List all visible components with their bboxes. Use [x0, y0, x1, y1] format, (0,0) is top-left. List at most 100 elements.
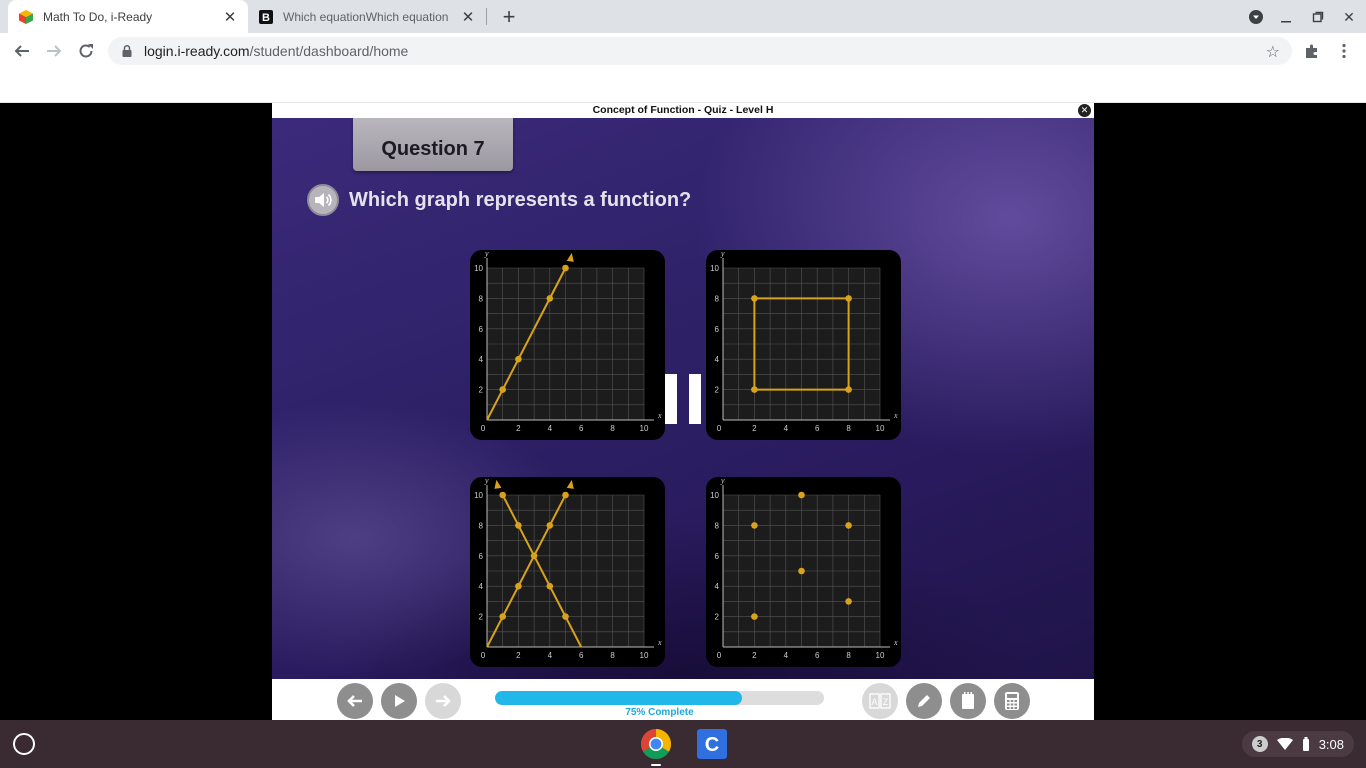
- graph-point: [515, 582, 522, 590]
- y-tick-label: 4: [715, 355, 720, 364]
- pause-icon[interactable]: [665, 374, 705, 424]
- brainly-b-icon: B: [259, 9, 273, 24]
- close-tab-icon[interactable]: ✕: [222, 9, 238, 26]
- square-graph-plot: 2 2 4 4 6 6 8 8 10 10 0 x y: [710, 250, 898, 433]
- next-button[interactable]: [425, 683, 461, 719]
- pencil-icon: [918, 695, 930, 707]
- question-stage: Question 7 Which graph represents a func…: [272, 118, 1094, 679]
- x-tick-label: 4: [548, 424, 553, 433]
- address-bar[interactable]: login.i-ready.com/student/dashboard/home…: [108, 37, 1292, 65]
- os-shelf: C 3 3:08: [0, 720, 1366, 768]
- scatter-graph-plot: 2 2 4 4 6 6 8 8 10 10 0 x y: [710, 477, 898, 660]
- x-axis-label: x: [893, 638, 898, 647]
- y-axis-label: y: [720, 477, 725, 485]
- graph-point: [515, 522, 522, 529]
- x-tick-label: 2: [516, 651, 521, 660]
- y-tick-label: 2: [479, 613, 484, 622]
- origin-label: 0: [717, 651, 722, 660]
- back-arrow-icon[interactable]: [10, 39, 34, 63]
- progress-fill: [495, 691, 742, 705]
- play-icon: [395, 695, 405, 707]
- close-tab-icon[interactable]: ✕: [460, 9, 476, 26]
- graph-point: [751, 295, 758, 302]
- tab-math-to-do[interactable]: Math To Do, i-Ready ✕: [8, 0, 248, 33]
- answer-choice-line-graph[interactable]: 2 2 4 4 6 6 8 8 10 10 0 x y: [470, 250, 665, 440]
- glossary-button[interactable]: AZ: [862, 683, 898, 719]
- x-tick-label: 6: [579, 424, 584, 433]
- x-tick-label: 6: [815, 424, 820, 433]
- iready-cube-icon: [19, 9, 33, 24]
- y-tick-label: 8: [479, 521, 484, 530]
- right-arrow-icon: [436, 695, 451, 707]
- y-tick-label: 4: [479, 582, 484, 591]
- y-tick-label: 10: [474, 264, 483, 273]
- more-menu-icon[interactable]: [1332, 39, 1356, 63]
- graph-point: [751, 613, 758, 620]
- y-tick-label: 6: [479, 552, 484, 561]
- classroom-c-app-icon[interactable]: C: [696, 728, 728, 760]
- launcher-icon[interactable]: [13, 733, 35, 755]
- forward-arrow-icon[interactable]: [42, 39, 66, 63]
- x-axis-label: x: [893, 411, 898, 420]
- restore-icon[interactable]: [1307, 6, 1329, 28]
- url-text: login.i-ready.com/student/dashboard/home: [144, 43, 409, 59]
- x-tick-label: 2: [752, 651, 757, 660]
- notification-count: 3: [1251, 736, 1268, 752]
- graph-point: [845, 386, 852, 393]
- graph-point: [845, 295, 852, 302]
- page-header-space: [0, 69, 1366, 103]
- x-tick-label: 10: [640, 651, 649, 660]
- wifi-icon: [1276, 738, 1293, 750]
- y-tick-label: 10: [474, 491, 483, 500]
- graph-point: [798, 567, 805, 575]
- line-graph-plot: 2 2 4 4 6 6 8 8 10 10 0 x y: [474, 250, 662, 433]
- speaker-icon[interactable]: [307, 184, 339, 216]
- y-tick-label: 6: [715, 325, 720, 334]
- quiz-window: Concept of Function - Quiz - Level H ✕ Q…: [272, 103, 1094, 720]
- graph-point: [515, 355, 522, 363]
- x-tick-label: 4: [784, 651, 789, 660]
- new-tab-icon[interactable]: +: [498, 4, 520, 29]
- reload-icon[interactable]: [74, 39, 98, 63]
- back-button[interactable]: [337, 683, 373, 719]
- progress-bar: [495, 691, 824, 705]
- y-tick-label: 8: [715, 294, 720, 303]
- calculator-button[interactable]: [994, 683, 1030, 719]
- tab-title: Math To Do, i-Ready: [43, 9, 153, 24]
- tab-which-equation[interactable]: B Which equationWhich equation ✕: [248, 0, 486, 33]
- graph-point: [546, 522, 554, 529]
- close-window-icon[interactable]: ✕: [1338, 6, 1360, 28]
- y-tick-label: 6: [479, 325, 484, 334]
- x-graph-plot: 2 2 4 4 6 6 8 8 10 10 0 x y: [474, 477, 662, 660]
- svg-text:A: A: [871, 697, 877, 707]
- y-axis-label: y: [484, 477, 489, 485]
- x-axis-label: x: [657, 411, 662, 420]
- graph-point: [798, 491, 805, 499]
- quiz-control-bar: 75% Complete AZ: [272, 679, 1094, 720]
- svg-text:B: B: [262, 12, 270, 24]
- y-tick-label: 4: [479, 355, 484, 364]
- notepad-button[interactable]: [950, 683, 986, 719]
- play-button[interactable]: [381, 683, 417, 719]
- graph-point: [546, 582, 554, 590]
- minimize-icon[interactable]: [1275, 6, 1297, 28]
- tab-search-icon[interactable]: [1245, 6, 1267, 28]
- extensions-puzzle-icon[interactable]: [1300, 39, 1324, 63]
- x-tick-label: 10: [876, 424, 885, 433]
- x-tick-label: 2: [752, 424, 757, 433]
- pencil-button[interactable]: [906, 683, 942, 719]
- answer-choice-square-graph[interactable]: 2 2 4 4 6 6 8 8 10 10 0 x y: [706, 250, 901, 440]
- quiz-title: Concept of Function - Quiz - Level H: [272, 103, 1094, 118]
- answer-choice-x-graph[interactable]: 2 2 4 4 6 6 8 8 10 10 0 x y: [470, 477, 665, 667]
- y-tick-label: 10: [710, 264, 719, 273]
- quiz-close-icon[interactable]: ✕: [1078, 104, 1091, 117]
- chrome-app-icon[interactable]: [640, 728, 672, 760]
- browser-toolbar: login.i-ready.com/student/dashboard/home…: [0, 33, 1366, 69]
- answer-choice-scatter-graph[interactable]: 2 2 4 4 6 6 8 8 10 10 0 x y: [706, 477, 901, 667]
- graph-point: [751, 386, 758, 393]
- left-arrow-icon: [347, 695, 362, 707]
- x-tick-label: 8: [846, 651, 851, 660]
- status-tray[interactable]: 3 3:08: [1241, 731, 1354, 757]
- bookmark-star-icon[interactable]: ☆: [1266, 42, 1280, 62]
- x-tick-label: 2: [516, 424, 521, 433]
